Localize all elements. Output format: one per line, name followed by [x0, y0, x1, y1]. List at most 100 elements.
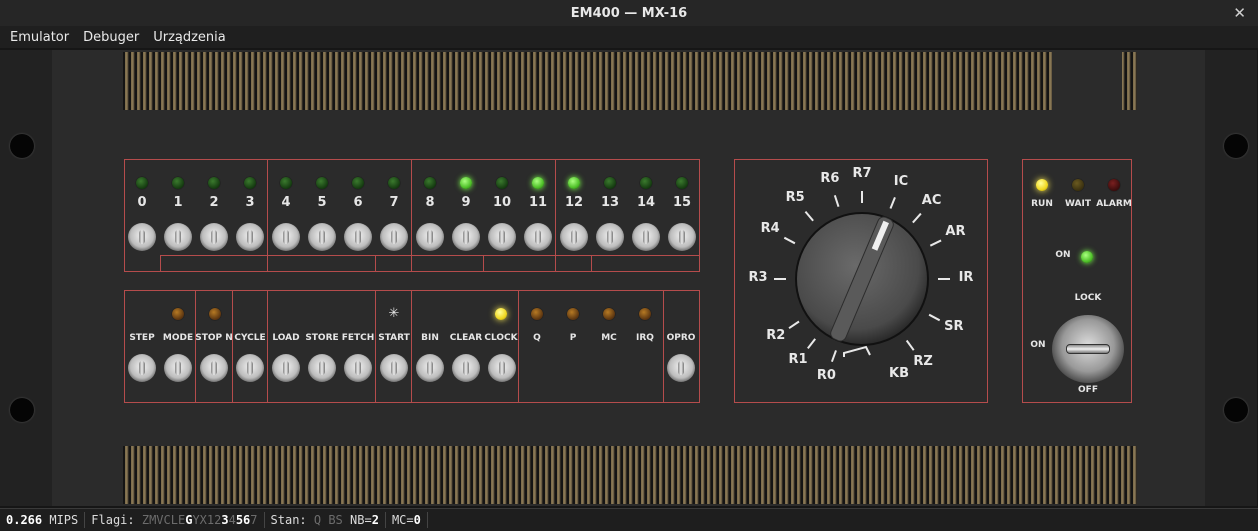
- opro-label: OPRO: [666, 333, 696, 343]
- bit-led-2: [208, 177, 220, 189]
- bit-number-8: 8: [425, 195, 435, 210]
- q-led: [531, 308, 543, 320]
- bit-led-12: [568, 177, 580, 189]
- window-title: EM400 — MX-16: [570, 5, 688, 21]
- dial-tick: [833, 194, 840, 208]
- rack-ear-left: [0, 50, 52, 506]
- dial-label-r3: R3: [748, 270, 768, 285]
- bit-switch-15[interactable]: [668, 223, 696, 251]
- dial-tick: [912, 212, 922, 224]
- mc-led: [603, 308, 615, 320]
- bit-number-5: 5: [317, 195, 327, 210]
- bin-switch[interactable]: [416, 354, 444, 382]
- dial-tick: [830, 350, 837, 363]
- bit-led-13: [604, 177, 616, 189]
- clock-switch[interactable]: [488, 354, 516, 382]
- irq-led: [639, 308, 651, 320]
- menu-debuger[interactable]: Debuger: [83, 30, 139, 45]
- close-icon[interactable]: ✕: [1233, 4, 1246, 22]
- bit-led-14: [640, 177, 652, 189]
- bit-switch-5[interactable]: [308, 223, 336, 251]
- bit-switch-4[interactable]: [272, 223, 300, 251]
- bit-led-10: [496, 177, 508, 189]
- mips-readout: 0.266 MIPS: [0, 512, 86, 528]
- dial-label-ar: AR: [945, 224, 966, 240]
- bit-switch-7[interactable]: [380, 223, 408, 251]
- bit-switch-1[interactable]: [164, 223, 192, 251]
- dial-label-r6: R6: [820, 171, 840, 187]
- fetch-switch[interactable]: [344, 354, 372, 382]
- bit-led-5: [316, 177, 328, 189]
- dial-label-r1: R1: [788, 351, 808, 367]
- rack-hole-icon: [1224, 134, 1248, 158]
- bit-number-13: 13: [600, 195, 620, 210]
- bit-switch-12[interactable]: [560, 223, 588, 251]
- bit-switch-0[interactable]: [128, 223, 156, 251]
- bit-switch-10[interactable]: [488, 223, 516, 251]
- dial-tick: [889, 197, 896, 209]
- start-switch[interactable]: [380, 354, 408, 382]
- dial-tick: [905, 339, 915, 351]
- bit-led-1: [172, 177, 184, 189]
- alarm-led: [1108, 179, 1120, 191]
- key-icon: [1066, 344, 1110, 354]
- rack-ear-right: [1205, 50, 1257, 506]
- bit-switch-13[interactable]: [596, 223, 624, 251]
- bit-led-11: [532, 177, 544, 189]
- power-on-led: [1081, 251, 1093, 263]
- bit-switch-9[interactable]: [452, 223, 480, 251]
- bit-number-15: 15: [672, 195, 692, 210]
- stopn-switch[interactable]: [200, 354, 228, 382]
- dial-tick: [929, 239, 942, 247]
- bit-led-0: [136, 177, 148, 189]
- dial-label-ac: AC: [921, 192, 942, 208]
- state-readout: Stan: Q BS NB= 2: [265, 512, 386, 528]
- clear-switch[interactable]: [452, 354, 480, 382]
- dial-label-r0: R0: [816, 367, 836, 383]
- rack-hole-icon: [1224, 398, 1248, 422]
- vent-bottom: [123, 446, 1137, 504]
- menu-urzadzenia[interactable]: Urządzenia: [153, 30, 226, 45]
- bit-switch-11[interactable]: [524, 223, 552, 251]
- bit-number-4: 4: [281, 195, 291, 210]
- bit-switch-6[interactable]: [344, 223, 372, 251]
- stopn-led: [209, 308, 221, 320]
- bit-switch-8[interactable]: [416, 223, 444, 251]
- key-lock[interactable]: [1052, 315, 1124, 383]
- bit-led-3: [244, 177, 256, 189]
- step-switch[interactable]: [128, 354, 156, 382]
- dial-label-kb: KB: [889, 366, 909, 381]
- bit-led-8: [424, 177, 436, 189]
- menu-bar: Emulator Debuger Urządzenia: [0, 26, 1258, 48]
- rack-hole-icon: [10, 398, 34, 422]
- power-on-label: ON: [1055, 250, 1071, 260]
- opro-switch[interactable]: [667, 354, 695, 382]
- bit-number-14: 14: [636, 195, 656, 210]
- bit-number-1: 1: [173, 195, 183, 210]
- cycle-switch[interactable]: [236, 354, 264, 382]
- front-panel: STEP MODE STOP N CYCLE LOAD STORE FETCH …: [0, 48, 1258, 508]
- dial-label-r5: R5: [785, 190, 805, 206]
- status-bar: 0.266 MIPS Flagi: ZMVCLE G YX12 3 4 56 7 Stan:…: [0, 508, 1258, 531]
- rack-hole-icon: [10, 134, 34, 158]
- load-switch[interactable]: [272, 354, 300, 382]
- menu-emulator[interactable]: Emulator: [10, 30, 69, 45]
- mc-readout: MC= 0: [386, 512, 428, 528]
- bit-led-7: [388, 177, 400, 189]
- bit-led-6: [352, 177, 364, 189]
- mode-switch[interactable]: [164, 354, 192, 382]
- store-switch[interactable]: [308, 354, 336, 382]
- bit-switch-14[interactable]: [632, 223, 660, 251]
- dial-tick: [807, 338, 816, 349]
- bit-number-6: 6: [353, 195, 363, 210]
- bit-number-11: 11: [528, 195, 548, 210]
- bit-number-10: 10: [492, 195, 512, 210]
- dial-tick: [804, 210, 814, 222]
- bit-switch-3[interactable]: [236, 223, 264, 251]
- panel-face: STEP MODE STOP N CYCLE LOAD STORE FETCH …: [52, 50, 1205, 506]
- flags-readout: Flagi: ZMVCLE G YX12 3 4 56 7: [85, 512, 265, 528]
- dial-label-sr: SR: [944, 318, 964, 334]
- dial-label-ir: IR: [958, 270, 974, 285]
- bit-switch-2[interactable]: [200, 223, 228, 251]
- clock-led: [495, 308, 507, 320]
